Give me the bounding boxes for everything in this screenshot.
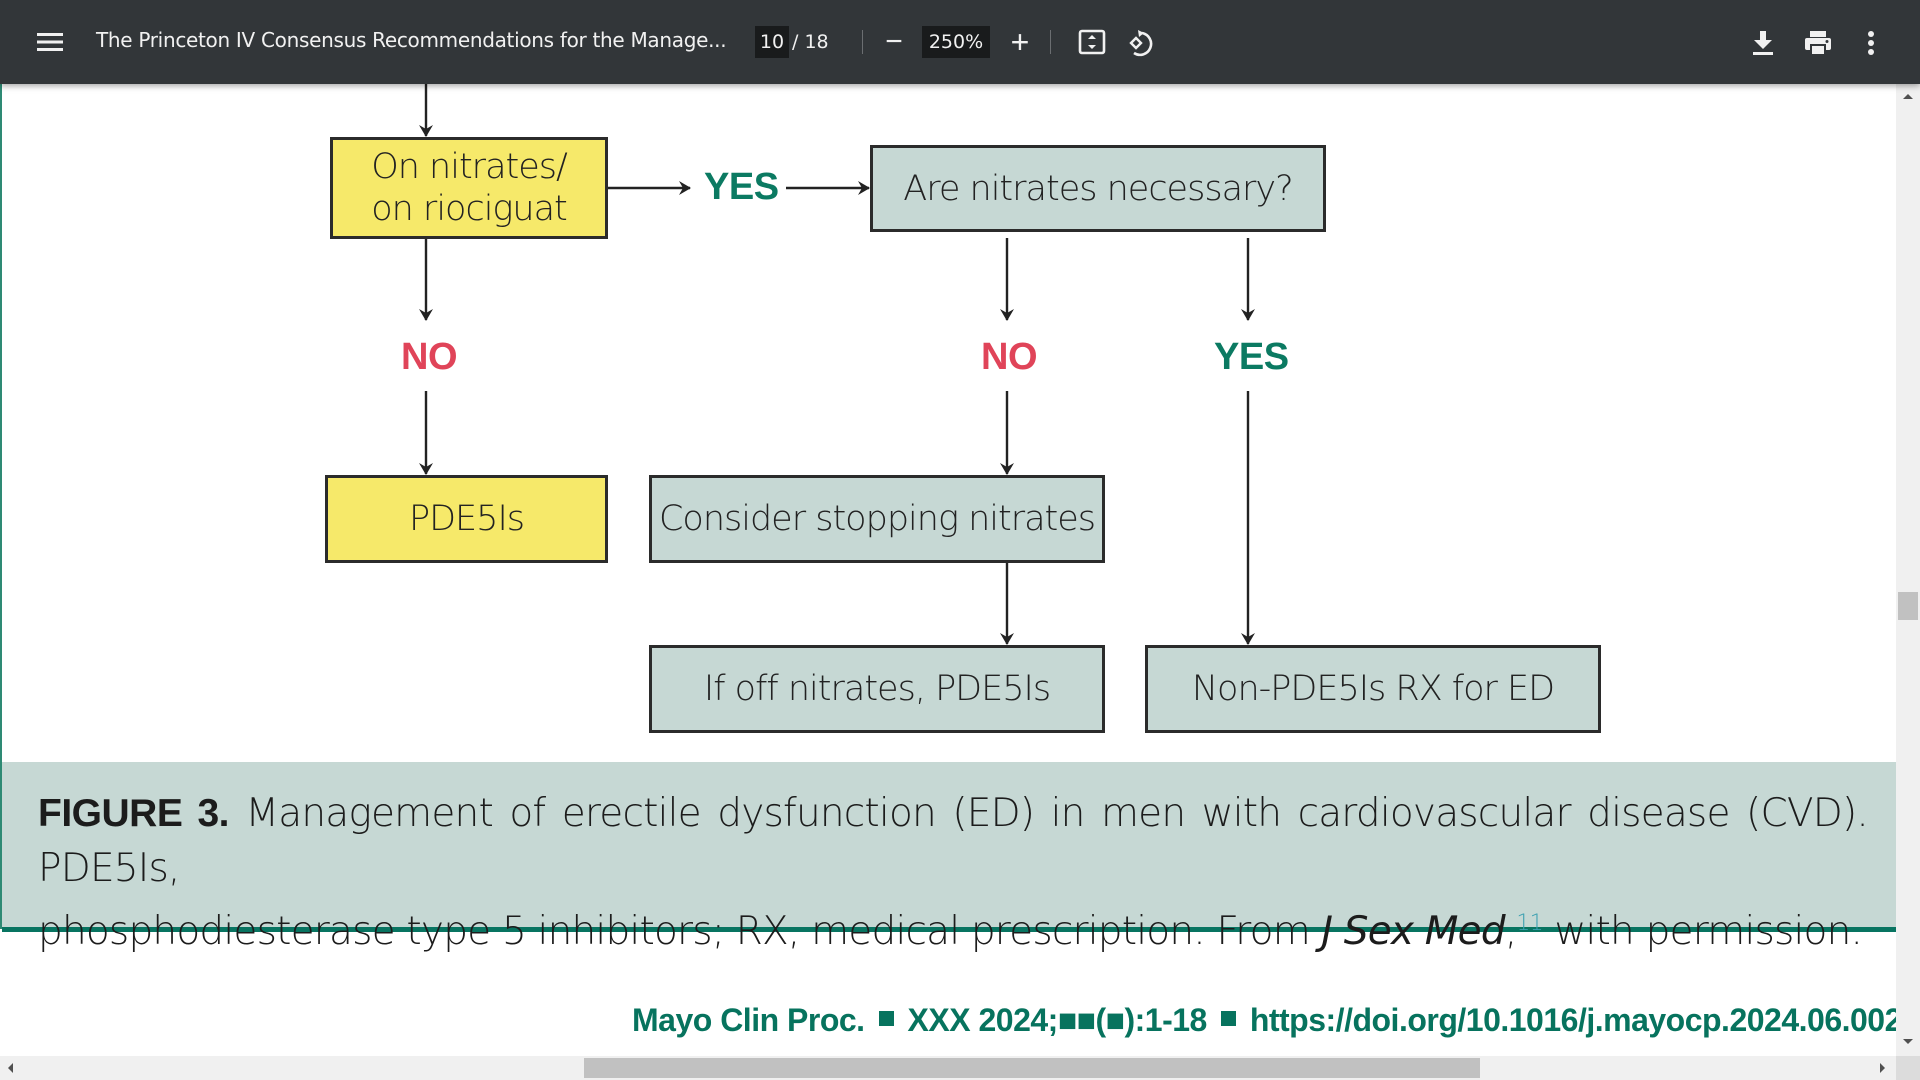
yes-label-right: YES: [1214, 336, 1289, 378]
fit-to-page-button[interactable]: [1074, 24, 1110, 60]
zoom-level-input[interactable]: 250%: [922, 26, 990, 58]
caption-text: FIGURE 3. Management of erectile dysfunc…: [38, 786, 1869, 959]
zoom-out-button[interactable]: −: [876, 25, 912, 58]
zoom-in-icon: +: [1010, 23, 1030, 60]
zoom-out-icon: −: [885, 25, 903, 58]
are-nitrates-necessary-box: Are nitrates necessary?: [870, 145, 1326, 232]
scroll-down-arrow[interactable]: [1903, 1039, 1913, 1044]
toolbar-divider: [1050, 30, 1051, 54]
if-off-nitrates-box: If off nitrates, PDE5Is: [649, 645, 1105, 733]
scroll-right-arrow[interactable]: [1880, 1063, 1885, 1073]
scroll-left-arrow[interactable]: [8, 1063, 13, 1073]
footer-issue: XXX 2024;■■(■):1-18: [907, 1002, 1208, 1038]
print-button[interactable]: [1798, 24, 1838, 62]
footer-separator: [1220, 1011, 1236, 1027]
scroll-up-arrow[interactable]: [1903, 94, 1913, 99]
caption-line2: phosphodiesterase type 5 inhibitors; RX,…: [38, 896, 1868, 959]
more-vert-icon: [1868, 31, 1874, 55]
horizontal-scroll-thumb[interactable]: [584, 1058, 1480, 1078]
pdf-page: On nitrates/ on riociguat YES Are nitrat…: [0, 84, 1896, 1056]
zoom-in-button[interactable]: +: [1002, 24, 1038, 60]
fit-to-page-icon: [1078, 29, 1106, 55]
page-total: / 18: [792, 31, 829, 53]
download-icon: [1753, 31, 1773, 55]
non-pde5is-box: Non-PDE5Is RX for ED: [1145, 645, 1601, 733]
pde5is-box: PDE5Is: [325, 475, 608, 563]
menu-icon: [37, 33, 63, 51]
no-label-mid: NO: [981, 336, 1038, 378]
document-title: The Princeton IV Consensus Recommendatio…: [96, 28, 727, 52]
journal-name: J Sex Med: [1321, 909, 1505, 954]
horizontal-scrollbar[interactable]: [0, 1056, 1896, 1080]
on-nitrates-box: On nitrates/ on riociguat: [330, 137, 608, 239]
vertical-scrollbar[interactable]: [1896, 84, 1920, 1056]
download-button[interactable]: [1744, 24, 1782, 62]
footer-separator: [878, 1011, 894, 1027]
more-options-button[interactable]: [1852, 24, 1890, 62]
scrollbar-corner: [1896, 1056, 1920, 1080]
figure-caption: FIGURE 3. Management of erectile dysfunc…: [2, 762, 1896, 954]
rotate-icon: [1129, 30, 1153, 57]
page-number-input[interactable]: 10: [755, 26, 789, 58]
yes-label-top: YES: [704, 166, 779, 208]
on-nitrates-line2: on riociguat: [371, 189, 568, 229]
no-label-left: NO: [401, 336, 458, 378]
toolbar-divider: [862, 30, 863, 54]
rotate-button[interactable]: [1122, 24, 1160, 62]
footer-doi-link[interactable]: https://doi.org/10.1016/j.mayocp.2024.06…: [1250, 1002, 1896, 1038]
consider-stopping-box: Consider stopping nitrates: [649, 475, 1105, 563]
print-icon: [1805, 31, 1831, 56]
vertical-scroll-thumb[interactable]: [1898, 592, 1918, 620]
reference-link[interactable]: 11: [1516, 911, 1543, 936]
page-footer: Mayo Clin Proc. XXX 2024;■■(■):1-18 https:…: [632, 1002, 1896, 1039]
caption-line2-text: phosphodiesterase type 5 inhibitors; RX,…: [38, 909, 1322, 954]
on-nitrates-line1: On nitrates/: [371, 147, 568, 187]
caption-line1: Management of erectile dysfunction (ED) …: [38, 791, 1869, 891]
menu-button[interactable]: [30, 22, 70, 62]
caption-line2-end: with permission.: [1542, 909, 1863, 954]
figure-label: FIGURE 3.: [38, 792, 230, 835]
footer-journal: Mayo Clin Proc.: [632, 1002, 865, 1038]
pdf-toolbar: The Princeton IV Consensus Recommendatio…: [0, 0, 1920, 84]
caption-comma: ,: [1504, 909, 1517, 954]
